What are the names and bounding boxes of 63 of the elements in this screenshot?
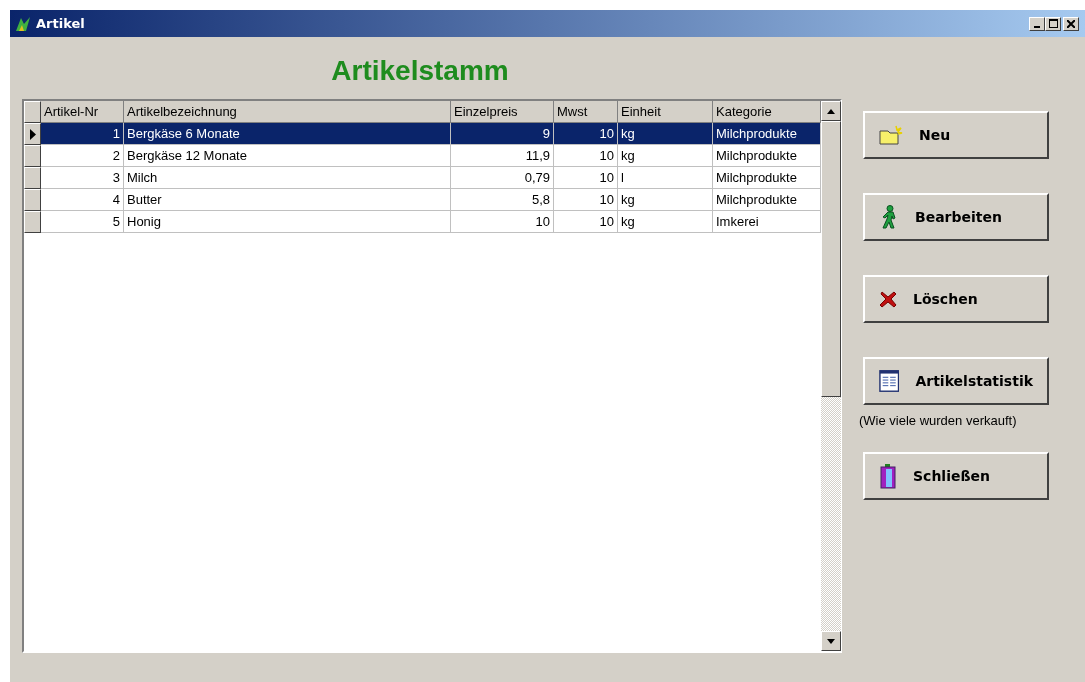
- page-heading: Artikelstamm: [330, 55, 510, 87]
- table-cell: 4: [41, 189, 124, 211]
- close-button[interactable]: [1063, 16, 1079, 31]
- scroll-down-button[interactable]: [821, 631, 841, 651]
- action-button[interactable]: Löschen: [863, 275, 1049, 323]
- app-icon: [14, 15, 32, 32]
- table-cell: l: [618, 167, 713, 189]
- column-header[interactable]: Kategorie: [713, 101, 821, 123]
- column-header[interactable]: Mwst: [554, 101, 618, 123]
- table-cell: Honig: [124, 211, 451, 233]
- table-cell: Bergkäse 12 Monate: [124, 145, 451, 167]
- up-arrow-icon: [827, 108, 835, 114]
- table-cell: Milchprodukte: [713, 123, 821, 145]
- action-button[interactable]: Neu: [863, 111, 1049, 159]
- table-cell: 5,8: [451, 189, 554, 211]
- folder-icon: [879, 125, 903, 145]
- table-cell: 3: [41, 167, 124, 189]
- action-button[interactable]: Bearbeiten: [863, 193, 1049, 241]
- table-cell: Milch: [124, 167, 451, 189]
- action-button[interactable]: Schließen: [863, 452, 1049, 500]
- table-cell: 10: [554, 123, 618, 145]
- row-selector[interactable]: [24, 145, 41, 167]
- door-icon: [879, 463, 897, 489]
- column-header[interactable]: Einzelpreis: [451, 101, 554, 123]
- down-arrow-icon: [827, 638, 835, 644]
- table-cell: 5: [41, 211, 124, 233]
- column-header[interactable]: Einheit: [618, 101, 713, 123]
- minimize-button[interactable]: [1029, 16, 1045, 31]
- table-cell: 10: [554, 145, 618, 167]
- table-cell: kg: [618, 211, 713, 233]
- row-selector[interactable]: [24, 211, 41, 233]
- window-title: Artikel: [36, 16, 85, 31]
- table-cell: 10: [554, 167, 618, 189]
- scroll-thumb[interactable]: [821, 121, 841, 397]
- table-cell: kg: [618, 123, 713, 145]
- current-row-icon: [29, 128, 36, 140]
- row-selector[interactable]: [24, 123, 41, 145]
- table-cell: 11,9: [451, 145, 554, 167]
- minimize-icon: [1034, 25, 1040, 28]
- scroll-up-button[interactable]: [821, 101, 841, 121]
- table-cell: Butter: [124, 189, 451, 211]
- table-cell: 10: [451, 211, 554, 233]
- table-cell: kg: [618, 145, 713, 167]
- close-icon: [1067, 19, 1075, 28]
- table-cell: 1: [41, 123, 124, 145]
- column-header[interactable]: Artikelbezeichnung: [124, 101, 451, 123]
- column-header[interactable]: Artikel-Nr: [41, 101, 124, 123]
- table-cell: 10: [554, 211, 618, 233]
- action-button[interactable]: Artikelstatistik: [863, 357, 1049, 405]
- document-icon: [879, 369, 900, 393]
- scrollbar[interactable]: [821, 101, 841, 651]
- table-cell: Bergkäse 6 Monate: [124, 123, 451, 145]
- table-cell: 2: [41, 145, 124, 167]
- maximize-icon: [1048, 19, 1058, 28]
- table-cell: 0,79: [451, 167, 554, 189]
- table-cell: 10: [554, 189, 618, 211]
- maximize-button[interactable]: [1045, 16, 1061, 31]
- row-selector[interactable]: [24, 167, 41, 189]
- table-cell: kg: [618, 189, 713, 211]
- row-selector[interactable]: [24, 189, 41, 211]
- button-note: (Wie viele wurden verkauft): [859, 413, 1018, 428]
- delete-icon: [879, 290, 897, 308]
- table-cell: 9: [451, 123, 554, 145]
